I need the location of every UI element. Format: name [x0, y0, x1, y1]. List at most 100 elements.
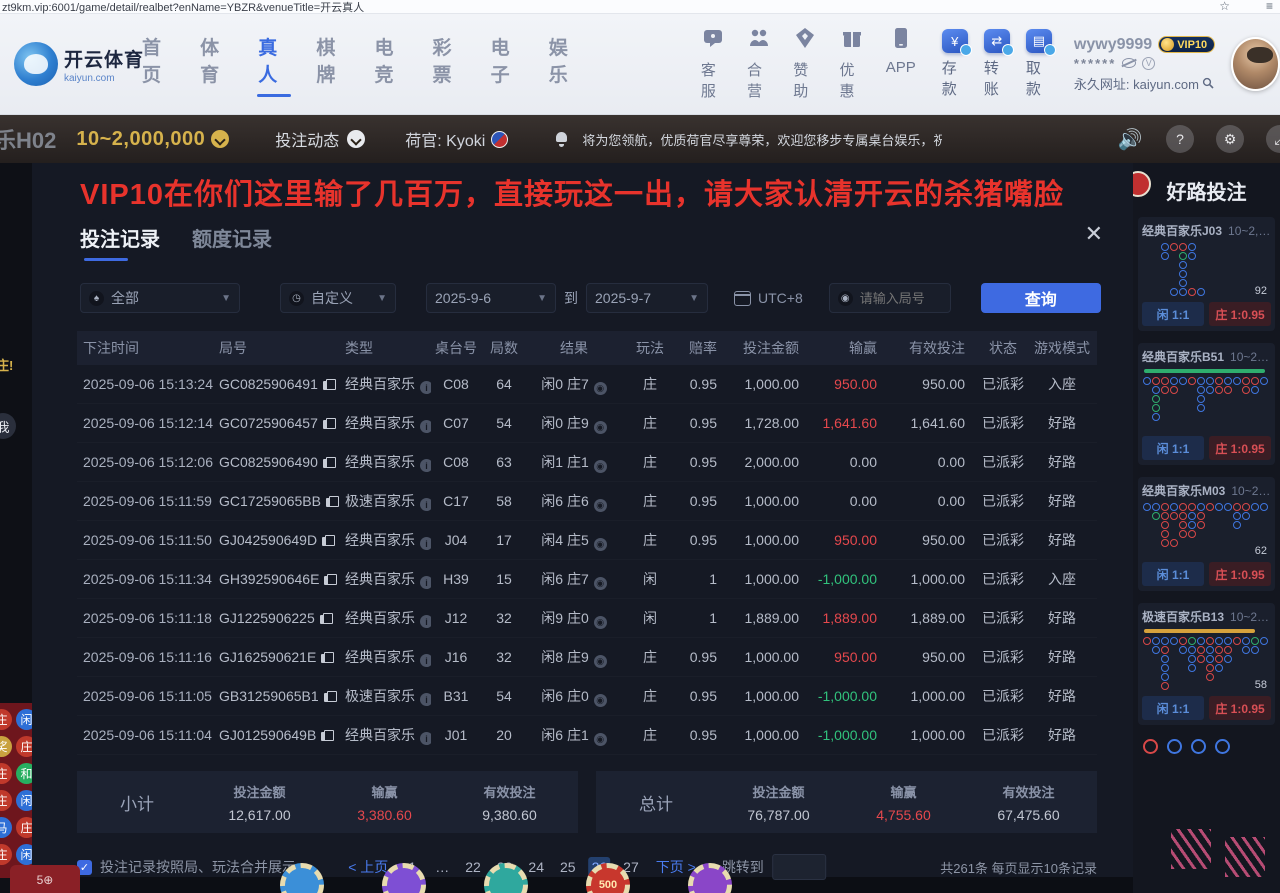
chip-mini-button[interactable]: 5⊕	[10, 865, 80, 893]
round-search-field[interactable]: ◉	[829, 283, 951, 313]
nav-item-2[interactable]: 真人	[258, 33, 290, 95]
search-icon[interactable]	[1202, 77, 1214, 89]
info-icon[interactable]: i	[420, 381, 431, 394]
info-icon[interactable]: i	[420, 537, 431, 550]
jump-page-input[interactable]	[772, 854, 826, 880]
wallet-action-withdraw[interactable]: ▤ 取款	[1026, 29, 1052, 99]
wallet-action-deposit[interactable]: ¥ 存款	[942, 29, 968, 99]
betting-chip[interactable]	[382, 863, 426, 893]
eye-icon[interactable]: ◉	[594, 616, 607, 629]
bet-banker-button[interactable]: 庄 1:0.95	[1209, 696, 1271, 720]
round-input[interactable]	[860, 291, 950, 306]
address-url[interactable]: zt9km.vip:6001/game/detail/realbet?enNam…	[0, 0, 364, 15]
copy-icon[interactable]	[324, 691, 335, 703]
copy-icon[interactable]	[323, 457, 334, 469]
eye-icon[interactable]: ◉	[594, 382, 607, 395]
query-button[interactable]: 查询	[981, 283, 1101, 313]
result-badge: 庄	[0, 709, 12, 730]
cell-round_id: GH392590646E	[219, 571, 345, 587]
bookmark-star-icon[interactable]: ☆	[1219, 0, 1230, 13]
nav-item-3[interactable]: 棋牌	[316, 33, 348, 95]
quick-action-promo[interactable]: 优惠	[839, 27, 863, 101]
eye-icon[interactable]: ◉	[594, 460, 607, 473]
avatar[interactable]	[1231, 37, 1280, 91]
info-icon[interactable]: i	[420, 693, 431, 706]
quick-action-sponsor[interactable]: 赞助	[793, 27, 817, 101]
eye-icon[interactable]: ◉	[594, 733, 607, 746]
nav-item-1[interactable]: 体育	[200, 33, 232, 95]
nav-item-7[interactable]: 娱乐	[549, 33, 581, 95]
limit-dropdown-icon[interactable]	[211, 130, 229, 148]
game-bar: 乐H02 10~2,000,000 投注动态 荷官: Kyoki 将为您领航，优…	[0, 115, 1280, 163]
volume-icon[interactable]: 🔊	[1116, 125, 1144, 153]
copy-icon[interactable]	[321, 652, 332, 664]
cell-winloss: 0.00	[809, 493, 887, 509]
eye-icon[interactable]: ◉	[594, 499, 607, 512]
quick-action-partner[interactable]: 合营	[747, 27, 771, 101]
tab-bet-records[interactable]: 投注记录	[80, 223, 160, 261]
date-to-select[interactable]: 2025-9-7▼	[586, 283, 708, 313]
cell-result: 闲6 庄0◉	[527, 686, 621, 707]
betting-chip[interactable]	[280, 863, 324, 893]
tab-quota-records[interactable]: 额度记录	[192, 223, 272, 261]
info-icon[interactable]: i	[420, 732, 431, 745]
card-table-name[interactable]: 极速百家乐B13	[1142, 608, 1224, 625]
eye-icon[interactable]: ◉	[594, 421, 607, 434]
help-icon[interactable]: ?	[1166, 125, 1194, 153]
feed-dropdown-icon[interactable]	[347, 130, 365, 148]
nav-item-5[interactable]: 彩票	[433, 33, 465, 95]
nav-item-4[interactable]: 电竞	[374, 33, 406, 95]
site-logo[interactable]: 开云体育 kaiyun.com	[14, 42, 122, 86]
eye-icon[interactable]: ◉	[594, 577, 607, 590]
card-table-name[interactable]: 经典百家乐B51	[1142, 348, 1224, 365]
copy-icon[interactable]	[321, 730, 332, 742]
copy-icon[interactable]	[322, 535, 333, 547]
info-icon[interactable]: i	[420, 576, 431, 589]
subtotal-title: 小计	[77, 790, 197, 815]
bet-player-button[interactable]: 闲 1:1	[1142, 696, 1204, 720]
calendar-icon[interactable]	[734, 291, 751, 306]
eye-icon[interactable]: ◉	[594, 655, 607, 668]
cell-time: 2025-09-06 15:12:14	[83, 415, 219, 431]
betting-chip[interactable]: 500	[586, 863, 630, 893]
eye-slash-icon[interactable]	[1122, 58, 1136, 68]
copy-icon[interactable]	[326, 496, 337, 508]
game-type-select[interactable]: ♠ 全部▼	[80, 283, 240, 313]
date-from-select[interactable]: 2025-9-6▼	[426, 283, 556, 313]
copy-icon[interactable]	[324, 574, 335, 586]
nav-item-6[interactable]: 电子	[491, 33, 523, 95]
card-table-name[interactable]: 经典百家乐M03	[1142, 482, 1225, 499]
betting-chip[interactable]	[688, 863, 732, 893]
fullscreen-icon[interactable]: ⤢	[1266, 125, 1280, 153]
close-icon[interactable]: ✕	[1085, 221, 1103, 247]
cell-status: 已派彩	[975, 452, 1031, 472]
date-range-select[interactable]: ◷ 自定义▼	[280, 283, 396, 313]
settings-gear-icon[interactable]: ⚙	[1216, 125, 1244, 153]
eye-icon[interactable]: ◉	[594, 538, 607, 551]
bet-player-button[interactable]: 闲 1:1	[1142, 562, 1204, 586]
bet-player-button[interactable]: 闲 1:1	[1142, 436, 1204, 460]
info-icon[interactable]: i	[420, 459, 431, 472]
info-icon[interactable]: i	[420, 615, 431, 628]
info-icon[interactable]: i	[420, 498, 431, 511]
quick-action-app[interactable]: APP	[886, 27, 916, 101]
eye-icon[interactable]: ◉	[594, 694, 607, 707]
copy-icon[interactable]	[323, 379, 334, 391]
card-table-name[interactable]: 经典百家乐J03	[1142, 222, 1222, 239]
info-icon[interactable]: i	[420, 654, 431, 667]
cell-round: 15	[481, 571, 527, 587]
browser-menu-icon[interactable]: ≡	[1266, 0, 1272, 13]
copy-icon[interactable]	[323, 418, 334, 430]
bet-banker-button[interactable]: 庄 1:0.95	[1209, 436, 1271, 460]
bet-banker-button[interactable]: 庄 1:0.95	[1209, 302, 1271, 326]
cell-bet: 1,000.00	[727, 571, 809, 587]
nav-item-0[interactable]: 首页	[142, 33, 174, 95]
quick-action-service[interactable]: 客服	[701, 27, 725, 101]
wallet-action-transfer[interactable]: ⇄ 转账	[984, 29, 1010, 99]
betting-chip[interactable]	[484, 863, 528, 893]
info-icon[interactable]: i	[420, 420, 431, 433]
bet-banker-button[interactable]: 庄 1:0.95	[1209, 562, 1271, 586]
bet-feed-label[interactable]: 投注动态	[275, 127, 339, 151]
copy-icon[interactable]	[320, 613, 331, 625]
bet-player-button[interactable]: 闲 1:1	[1142, 302, 1204, 326]
